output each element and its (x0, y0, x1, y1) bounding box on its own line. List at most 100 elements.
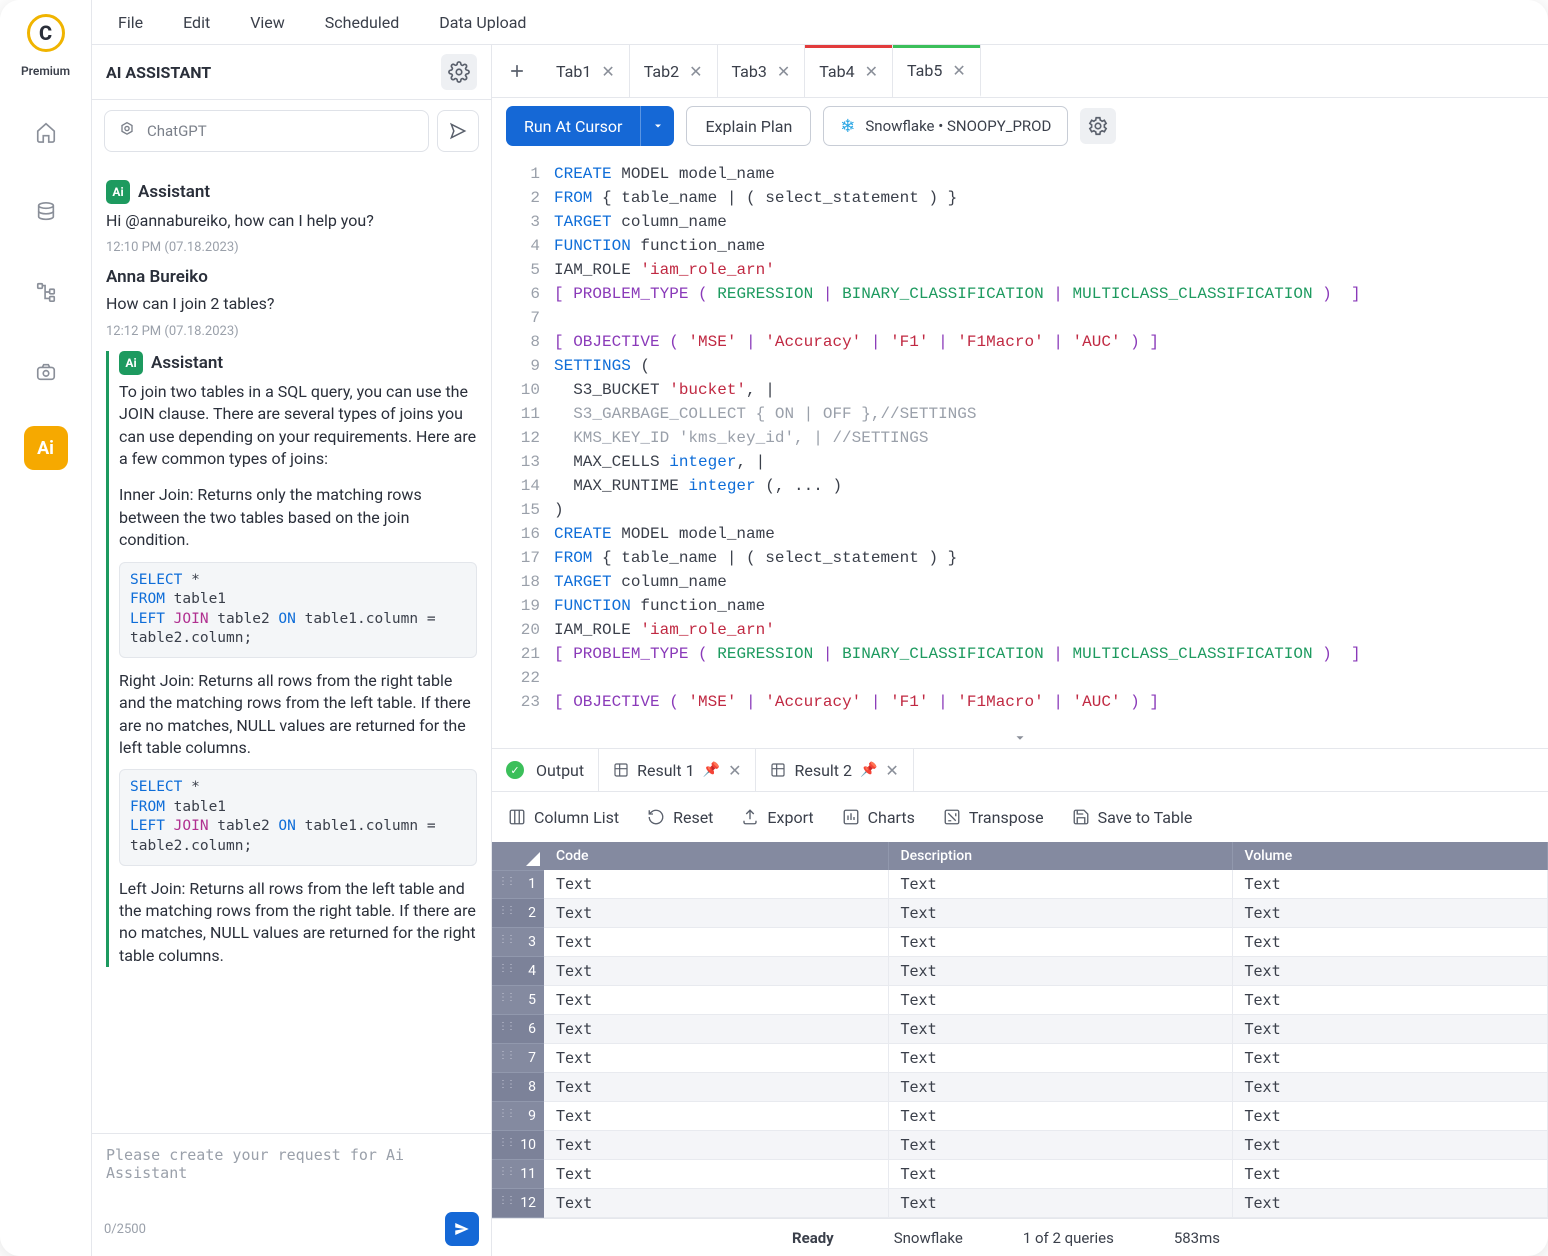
cell[interactable]: Text (1232, 1189, 1548, 1218)
menu-data-upload[interactable]: Data Upload (421, 7, 544, 38)
connection-selector[interactable]: ❄ Snowflake • SNOOPY_PROD (823, 106, 1068, 146)
cell[interactable]: Text (544, 1102, 888, 1131)
row-number[interactable]: 11 (492, 1160, 544, 1189)
result-tab-2[interactable]: Result 2 📌 ✕ (756, 749, 913, 791)
result-tab-1[interactable]: Result 1 📌 ✕ (599, 749, 756, 791)
splitter-handle[interactable] (492, 728, 1548, 748)
table-row[interactable]: 1TextTextText (492, 870, 1548, 899)
close-icon[interactable]: ✕ (601, 62, 614, 81)
code-editor[interactable]: 1CREATE MODEL model_name2FROM { table_na… (492, 154, 1548, 728)
close-icon[interactable]: ✕ (777, 62, 790, 81)
nav-database[interactable] (20, 186, 72, 238)
cell[interactable]: Text (1232, 1044, 1548, 1073)
table-row[interactable]: 3TextTextText (492, 928, 1548, 957)
run-at-cursor-button[interactable]: Run At Cursor (506, 106, 640, 146)
column-header[interactable]: Volume (1232, 842, 1548, 870)
column-header[interactable]: Description (888, 842, 1232, 870)
close-icon[interactable]: ✕ (952, 61, 965, 80)
cell[interactable]: Text (1232, 928, 1548, 957)
cell[interactable]: Text (1232, 1102, 1548, 1131)
row-number[interactable]: 8 (492, 1073, 544, 1102)
menu-scheduled[interactable]: Scheduled (307, 7, 417, 38)
model-action-button[interactable] (437, 110, 479, 152)
cell[interactable]: Text (544, 1189, 888, 1218)
cell[interactable]: Text (544, 1015, 888, 1044)
editor-settings-button[interactable] (1080, 108, 1116, 144)
cell[interactable]: Text (1232, 986, 1548, 1015)
table-row[interactable]: 9TextTextText (492, 1102, 1548, 1131)
menu-view[interactable]: View (232, 7, 303, 38)
cell[interactable]: Text (1232, 1015, 1548, 1044)
cell[interactable]: Text (888, 986, 1232, 1015)
row-number[interactable]: 6 (492, 1015, 544, 1044)
close-icon[interactable]: ✕ (865, 62, 878, 81)
cell[interactable]: Text (544, 870, 888, 899)
result-tab-output[interactable]: ✓ Output (492, 749, 599, 791)
nav-ai-assistant[interactable]: Ai (24, 426, 68, 470)
save-to-table-button[interactable]: Save to Table (1072, 808, 1193, 827)
cell[interactable]: Text (888, 1044, 1232, 1073)
export-button[interactable]: Export (741, 808, 813, 827)
transpose-button[interactable]: Transpose (943, 808, 1044, 827)
cell[interactable]: Text (888, 928, 1232, 957)
row-number[interactable]: 9 (492, 1102, 544, 1131)
close-icon[interactable]: ✕ (728, 761, 741, 780)
table-row[interactable]: 12TextTextText (492, 1189, 1548, 1218)
run-dropdown-button[interactable] (640, 106, 674, 146)
charts-button[interactable]: Charts (842, 808, 915, 827)
cell[interactable]: Text (1232, 1073, 1548, 1102)
row-number[interactable]: 5 (492, 986, 544, 1015)
cell[interactable]: Text (1232, 1160, 1548, 1189)
cell[interactable]: Text (544, 1073, 888, 1102)
table-row[interactable]: 4TextTextText (492, 957, 1548, 986)
row-number[interactable]: 1 (492, 870, 544, 899)
cell[interactable]: Text (888, 1015, 1232, 1044)
nav-home[interactable] (20, 106, 72, 158)
cell[interactable]: Text (888, 1189, 1232, 1218)
cell[interactable]: Text (888, 1160, 1232, 1189)
column-header[interactable]: Code (544, 842, 888, 870)
cell[interactable]: Text (544, 1044, 888, 1073)
reset-button[interactable]: Reset (647, 808, 713, 827)
table-row[interactable]: 7TextTextText (492, 1044, 1548, 1073)
row-number[interactable]: 10 (492, 1131, 544, 1160)
cell[interactable]: Text (888, 899, 1232, 928)
pin-filled-icon[interactable]: 📌 (860, 762, 877, 778)
cell[interactable]: Text (544, 1160, 888, 1189)
tab-tab4[interactable]: Tab4✕ (805, 45, 893, 97)
close-icon[interactable]: ✕ (885, 761, 898, 780)
chat-scroll[interactable]: AiAssistant Hi @annabureiko, how can I h… (92, 162, 491, 1133)
result-grid[interactable]: Code Description Volume 1TextTextText2Te… (492, 842, 1548, 1218)
row-number[interactable]: 4 (492, 957, 544, 986)
cell[interactable]: Text (1232, 1131, 1548, 1160)
cell[interactable]: Text (1232, 870, 1548, 899)
explain-plan-button[interactable]: Explain Plan (686, 106, 811, 146)
cell[interactable]: Text (888, 870, 1232, 899)
cell[interactable]: Text (888, 1073, 1232, 1102)
table-row[interactable]: 2TextTextText (492, 899, 1548, 928)
cell[interactable]: Text (888, 957, 1232, 986)
table-row[interactable]: 8TextTextText (492, 1073, 1548, 1102)
cell[interactable]: Text (544, 928, 888, 957)
tab-add-button[interactable] (492, 45, 542, 97)
menu-file[interactable]: File (100, 7, 161, 38)
cell[interactable]: Text (888, 1102, 1232, 1131)
cell[interactable]: Text (544, 1131, 888, 1160)
cell[interactable]: Text (888, 1131, 1232, 1160)
table-row[interactable]: 11TextTextText (492, 1160, 1548, 1189)
assistant-settings-button[interactable] (441, 54, 477, 90)
cell[interactable]: Text (544, 899, 888, 928)
tab-tab1[interactable]: Tab1✕ (542, 45, 630, 97)
tab-tab5[interactable]: Tab5✕ (893, 45, 981, 97)
menu-edit[interactable]: Edit (165, 7, 228, 38)
send-button[interactable] (445, 1212, 479, 1246)
compose-input[interactable] (104, 1138, 479, 1208)
nav-camera[interactable] (20, 346, 72, 398)
cell[interactable]: Text (544, 957, 888, 986)
column-list-button[interactable]: Column List (508, 808, 619, 827)
close-icon[interactable]: ✕ (689, 62, 702, 81)
cell[interactable]: Text (1232, 957, 1548, 986)
cell[interactable]: Text (544, 986, 888, 1015)
cell[interactable]: Text (1232, 899, 1548, 928)
row-number[interactable]: 7 (492, 1044, 544, 1073)
